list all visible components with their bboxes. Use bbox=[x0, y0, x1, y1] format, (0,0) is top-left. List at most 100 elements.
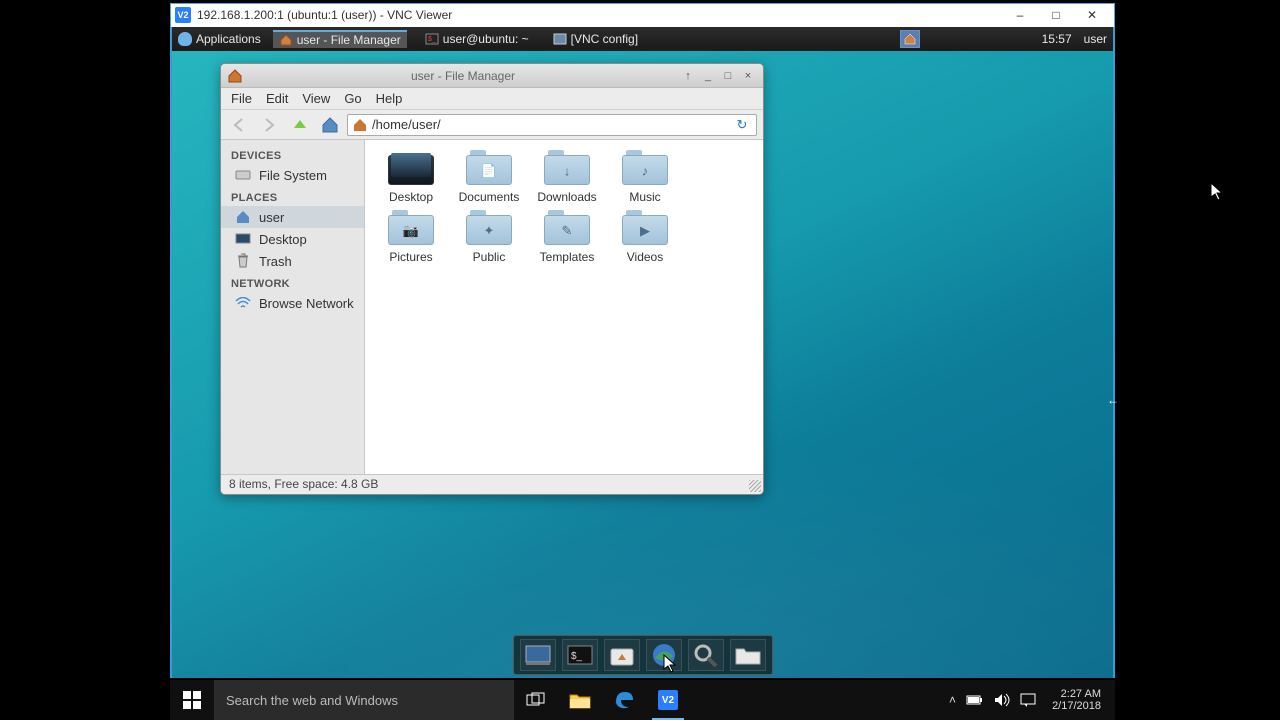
applications-label: Applications bbox=[196, 32, 261, 46]
sidebar-heading-places: PLACES bbox=[221, 186, 364, 206]
folder-music[interactable]: ♪Music bbox=[607, 150, 683, 204]
clock-time: 2:27 AM bbox=[1052, 688, 1101, 700]
nav-back-button[interactable] bbox=[227, 113, 253, 137]
vnc-titlebar[interactable]: V2 192.168.1.200:1 (ubuntu:1 (user)) - V… bbox=[171, 4, 1114, 26]
volume-icon[interactable] bbox=[994, 693, 1010, 707]
sidebar-heading-devices: DEVICES bbox=[221, 144, 364, 164]
window-icon bbox=[553, 32, 567, 46]
sidebar-item-desktop[interactable]: Desktop bbox=[221, 228, 364, 250]
tray-expand-icon[interactable]: ˄ bbox=[949, 693, 956, 707]
folder-videos[interactable]: ▶ Videos bbox=[607, 210, 683, 264]
close-button[interactable]: ✕ bbox=[1074, 5, 1110, 25]
menu-file[interactable]: File bbox=[231, 91, 252, 106]
window-minimize-button[interactable]: _ bbox=[699, 68, 717, 84]
vnc-app-icon: V2 bbox=[175, 7, 191, 23]
reload-button[interactable]: ↻ bbox=[732, 115, 752, 135]
sidebar-item-label: user bbox=[259, 210, 284, 225]
minimize-button[interactable]: – bbox=[1002, 5, 1038, 25]
folder-pictures[interactable]: 📷Pictures bbox=[373, 210, 449, 264]
sidebar-item-label: Trash bbox=[259, 254, 292, 269]
search-placeholder: Search the web and Windows bbox=[226, 693, 398, 708]
folder-label: Templates bbox=[540, 250, 595, 264]
show-desktop-button[interactable] bbox=[900, 30, 920, 48]
dock-web-browser[interactable] bbox=[646, 639, 682, 671]
vnc-panel-handle[interactable]: ← bbox=[1107, 393, 1119, 407]
svg-text:$_: $_ bbox=[428, 36, 436, 43]
folder-documents[interactable]: 📄Documents bbox=[451, 150, 527, 204]
menu-view[interactable]: View bbox=[302, 91, 330, 106]
folder-label: Videos bbox=[627, 250, 663, 264]
vnc-app-icon: V2 bbox=[658, 690, 678, 710]
nav-forward-button[interactable] bbox=[257, 113, 283, 137]
file-manager-menubar: File Edit View Go Help bbox=[221, 88, 763, 110]
system-tray: ˄ 2:27 AM 2/17/2018 bbox=[941, 688, 1115, 712]
start-button[interactable] bbox=[170, 680, 214, 720]
sidebar-item-user[interactable]: user bbox=[221, 206, 364, 228]
folder-icon: ▶ bbox=[622, 210, 668, 246]
file-manager-titlebar[interactable]: user - File Manager ↑ _ □ × bbox=[221, 64, 763, 88]
window-close-button[interactable]: × bbox=[739, 68, 757, 84]
window-title: user - File Manager bbox=[249, 69, 677, 83]
maximize-button[interactable]: □ bbox=[1038, 5, 1074, 25]
applications-menu[interactable]: Applications bbox=[178, 32, 261, 46]
file-manager-toolbar: /home/user/ ↻ bbox=[221, 110, 763, 140]
nav-up-button[interactable] bbox=[287, 113, 313, 137]
task-label: [VNC config] bbox=[571, 32, 638, 46]
panel-user[interactable]: user bbox=[1084, 32, 1107, 46]
sidebar-item-trash[interactable]: Trash bbox=[221, 250, 364, 272]
resize-grip[interactable] bbox=[749, 480, 761, 492]
svg-text:$_: $_ bbox=[571, 651, 583, 662]
taskbar-file-explorer[interactable] bbox=[558, 680, 602, 720]
search-box[interactable]: Search the web and Windows bbox=[214, 680, 514, 720]
folder-icon: ✎ bbox=[544, 210, 590, 246]
menu-go[interactable]: Go bbox=[344, 91, 361, 106]
desktop-icon bbox=[235, 231, 251, 247]
window-maximize-button[interactable]: □ bbox=[719, 68, 737, 84]
task-terminal[interactable]: $_ user@ubuntu: ~ bbox=[419, 31, 535, 47]
notifications-icon[interactable] bbox=[1020, 693, 1036, 707]
windows-taskbar: Search the web and Windows V2 ˄ 2:27 AM … bbox=[170, 680, 1115, 720]
folder-label: Pictures bbox=[389, 250, 432, 264]
file-manager-content[interactable]: Desktop📄Documents ↓ Downloads ♪Music 📷Pictur… bbox=[365, 140, 763, 474]
folder-icon: ↓ bbox=[544, 150, 590, 186]
remote-desktop[interactable]: Applications user - File Manager $_ user… bbox=[170, 27, 1115, 678]
taskbar-edge[interactable] bbox=[602, 680, 646, 720]
battery-icon[interactable] bbox=[966, 694, 984, 706]
folder-label: Public bbox=[473, 250, 506, 264]
xfce-dock: $_ bbox=[513, 635, 773, 675]
folder-icon: 📄 bbox=[466, 150, 512, 186]
task-vnc-config[interactable]: [VNC config] bbox=[547, 31, 644, 47]
dock-terminal[interactable]: $_ bbox=[562, 639, 598, 671]
task-label: user@ubuntu: ~ bbox=[443, 32, 529, 46]
folder-icon: ✦ bbox=[466, 210, 512, 246]
sidebar-heading-network: NETWORK bbox=[221, 272, 364, 292]
dock-show-desktop[interactable] bbox=[520, 639, 556, 671]
folder-downloads[interactable]: ↓ Downloads bbox=[529, 150, 605, 204]
task-file-manager[interactable]: user - File Manager bbox=[273, 30, 407, 48]
folder-label: Downloads bbox=[537, 190, 596, 204]
trash-icon bbox=[235, 253, 251, 269]
path-bar[interactable]: /home/user/ ↻ bbox=[347, 114, 757, 136]
sidebar-item-filesystem[interactable]: File System bbox=[221, 164, 364, 186]
dock-directory[interactable] bbox=[730, 639, 766, 671]
folder-label: Music bbox=[629, 190, 660, 204]
sidebar-item-browse-network[interactable]: Browse Network bbox=[221, 292, 364, 314]
dock-app-finder[interactable] bbox=[688, 639, 724, 671]
status-text: 8 items, Free space: 4.8 GB bbox=[229, 477, 378, 491]
window-up-button[interactable]: ↑ bbox=[679, 68, 697, 84]
folder-desktop[interactable]: Desktop bbox=[373, 150, 449, 204]
taskbar-clock[interactable]: 2:27 AM 2/17/2018 bbox=[1046, 688, 1107, 712]
sidebar-item-label: Browse Network bbox=[259, 296, 354, 311]
xfce-top-panel: Applications user - File Manager $_ user… bbox=[172, 27, 1113, 51]
folder-templates[interactable]: ✎ Templates bbox=[529, 210, 605, 264]
taskbar-vnc-viewer[interactable]: V2 bbox=[646, 680, 690, 720]
dock-file-manager[interactable] bbox=[604, 639, 640, 671]
home-icon bbox=[279, 33, 293, 47]
menu-edit[interactable]: Edit bbox=[266, 91, 288, 106]
panel-clock[interactable]: 15:57 bbox=[1042, 32, 1072, 46]
menu-help[interactable]: Help bbox=[376, 91, 403, 106]
folder-public[interactable]: ✦ Public bbox=[451, 210, 527, 264]
file-manager-sidebar: DEVICES File System PLACES user Desktop … bbox=[221, 140, 365, 474]
task-view-button[interactable] bbox=[514, 680, 558, 720]
nav-home-button[interactable] bbox=[317, 113, 343, 137]
